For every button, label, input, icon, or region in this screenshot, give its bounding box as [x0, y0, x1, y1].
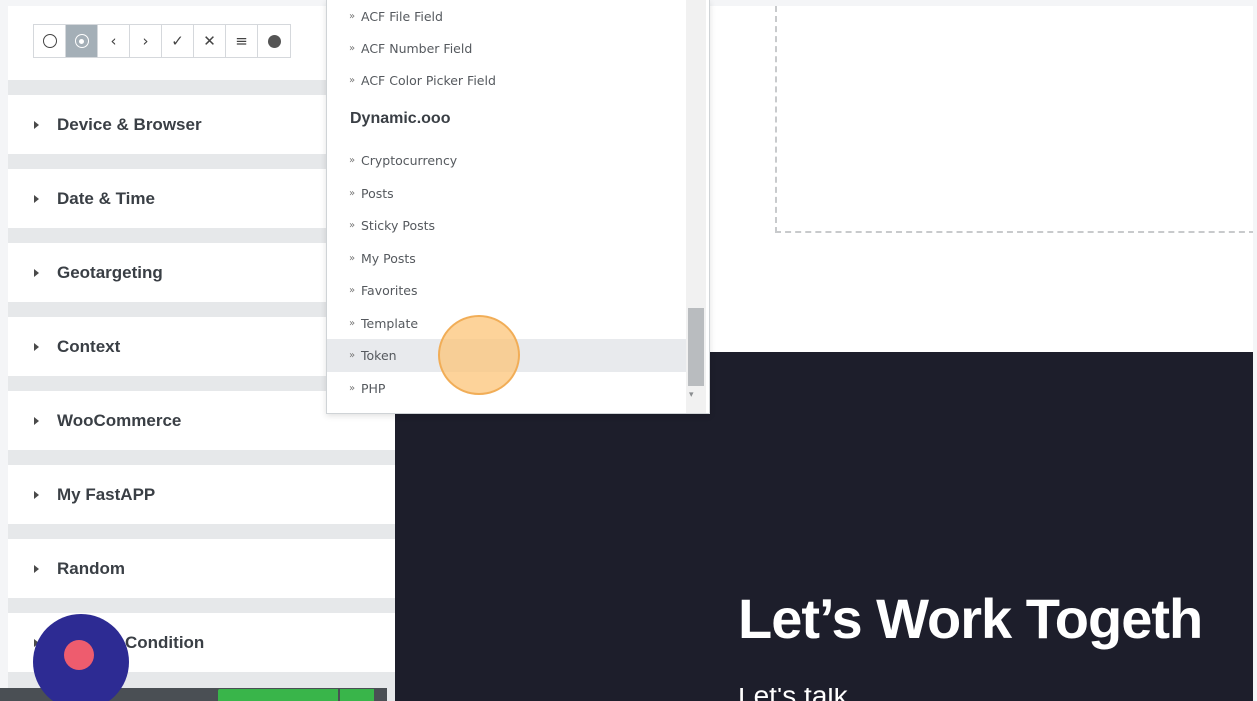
hero-subheading: Let's talk: [738, 688, 848, 701]
list-item-label: ACF File Field: [361, 9, 443, 24]
section-label: Condition: [125, 632, 205, 652]
empty-column-placeholder[interactable]: [775, 6, 1255, 233]
circle-outline-icon[interactable]: [34, 25, 66, 57]
list-item[interactable]: » My Posts: [327, 242, 687, 275]
notification-dot-icon: [64, 640, 94, 670]
list-item[interactable]: » Cryptocurrency: [327, 144, 687, 177]
caret-right-icon: [34, 342, 39, 351]
caret-right-icon: [34, 490, 39, 499]
dropdown-scrollbar-thumb[interactable]: [688, 308, 704, 386]
list-item[interactable]: » ACF File Field: [327, 0, 687, 33]
caret-right-icon: [34, 416, 39, 425]
section-random[interactable]: Random: [8, 539, 395, 598]
list-item-label: Sticky Posts: [361, 218, 436, 233]
list-item[interactable]: » Sticky Posts: [327, 209, 687, 242]
group-label-dynamic: Dynamic.ooo: [350, 110, 451, 127]
section-label: Device & Browser: [57, 114, 202, 134]
click-indicator: [438, 315, 520, 395]
caret-right-icon: [34, 268, 39, 277]
list-item-label: PHP: [361, 381, 386, 396]
list-item-label: Favorites: [361, 283, 418, 298]
section-label: Date & Time: [57, 188, 155, 208]
hero-heading: Let’s Work Togeth: [738, 587, 1203, 650]
section-my-fastapp[interactable]: My FastAPP: [8, 465, 395, 524]
caret-right-icon: [34, 120, 39, 129]
close-icon[interactable]: ✕: [194, 25, 226, 57]
list-item[interactable]: » Posts: [327, 177, 687, 210]
section-label: WooCommerce: [57, 410, 182, 430]
list-item-label: ACF Color Picker Field: [361, 73, 496, 88]
floating-help-button[interactable]: [33, 614, 129, 701]
solid-dot-icon[interactable]: [258, 25, 290, 57]
list-item[interactable]: » Favorites: [327, 274, 687, 307]
list-item[interactable]: » ACF Number Field: [327, 32, 687, 65]
radio-dot-icon[interactable]: [66, 25, 98, 57]
section-label: My FastAPP: [57, 484, 156, 504]
section-label: Context: [57, 336, 121, 356]
check-icon[interactable]: ✓: [162, 25, 194, 57]
window-right-strip: [1253, 0, 1257, 701]
list-item[interactable]: » ACF Color Picker Field: [327, 64, 687, 97]
section-label: Geotargeting: [57, 262, 163, 282]
chevron-right-icon[interactable]: ›: [130, 25, 162, 57]
list-item-label: Template: [361, 316, 419, 331]
scroll-down-arrow-icon[interactable]: ▾: [689, 390, 694, 400]
publish-button[interactable]: [218, 689, 338, 701]
menu-lines-icon[interactable]: ≡: [226, 25, 258, 57]
list-item-label: Cryptocurrency: [361, 153, 458, 168]
list-item-label: Posts: [361, 186, 394, 201]
section-label: Random: [57, 558, 125, 578]
caret-right-icon: [34, 564, 39, 573]
list-item-label: Token: [361, 348, 397, 363]
caret-right-icon: [34, 194, 39, 203]
list-item-label: My Posts: [361, 251, 416, 266]
publish-options-button[interactable]: [340, 689, 374, 701]
list-item-label: ACF Number Field: [361, 41, 473, 56]
toolbar-button-group: ‹ › ✓ ✕ ≡: [33, 24, 291, 58]
chevron-left-icon[interactable]: ‹: [98, 25, 130, 57]
